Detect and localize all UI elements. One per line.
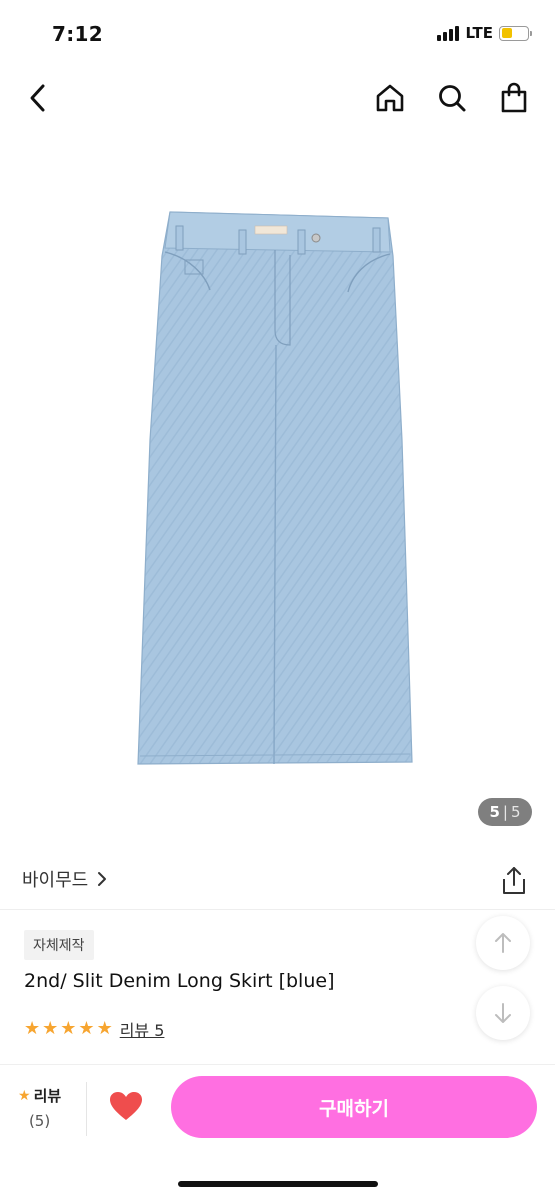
- arrow-down-icon: [495, 1003, 511, 1023]
- back-icon: [30, 84, 45, 112]
- scroll-up-button[interactable]: [476, 916, 530, 970]
- share-icon: [503, 867, 525, 894]
- star-icon: ★: [42, 1018, 59, 1039]
- battery-icon: [499, 25, 532, 41]
- chevron-right-icon: [98, 872, 107, 886]
- star-icon: ★: [18, 1087, 31, 1104]
- review-summary[interactable]: ★ 리뷰 (5): [18, 1085, 61, 1130]
- product-tag: 자체제작: [24, 930, 94, 960]
- search-icon: [439, 85, 466, 112]
- star-icon: ★: [60, 1018, 77, 1039]
- image-counter-current: 5: [489, 803, 500, 821]
- wishlist-button[interactable]: [108, 1090, 144, 1126]
- vertical-divider: [86, 1082, 87, 1136]
- rating-row: ★ ★ ★ ★ ★ 리뷰 5: [24, 1017, 164, 1041]
- review-summary-label: 리뷰: [33, 1087, 62, 1105]
- share-button[interactable]: [500, 866, 528, 900]
- buy-button[interactable]: 구매하기: [171, 1076, 537, 1138]
- scroll-down-button[interactable]: [476, 986, 530, 1040]
- back-button[interactable]: [20, 80, 56, 116]
- image-counter-total: 5: [510, 803, 521, 821]
- star-icon: ★: [78, 1018, 95, 1039]
- arrow-up-icon: [495, 933, 511, 953]
- image-counter-separator: |: [502, 803, 508, 821]
- star-icon: ★: [24, 1018, 41, 1039]
- denim-skirt-image: [137, 211, 413, 765]
- status-indicators: LTE: [437, 24, 532, 42]
- home-icon: [376, 84, 404, 112]
- product-title: 2nd/ Slit Denim Long Skirt [blue]: [24, 970, 335, 992]
- battery-fill: [501, 28, 513, 38]
- star-icon: ★: [96, 1018, 113, 1039]
- shopping-bag-icon: [501, 82, 527, 113]
- signal-icon: [437, 25, 460, 41]
- review-summary-count: (5): [28, 1112, 51, 1130]
- review-link[interactable]: 리뷰 5: [120, 1017, 165, 1041]
- brand-link[interactable]: 바이무드: [22, 866, 108, 892]
- search-button[interactable]: [434, 80, 470, 116]
- image-counter: 5 | 5: [478, 798, 532, 826]
- divider: [0, 909, 555, 910]
- home-button[interactable]: [372, 80, 408, 116]
- brand-name: 바이무드: [22, 870, 89, 891]
- status-time: 7:12: [52, 22, 103, 46]
- home-indicator: [178, 1181, 378, 1187]
- heart-icon: [110, 1092, 142, 1120]
- cart-button[interactable]: [496, 80, 532, 116]
- product-image[interactable]: [0, 140, 555, 840]
- network-label: LTE: [465, 24, 493, 42]
